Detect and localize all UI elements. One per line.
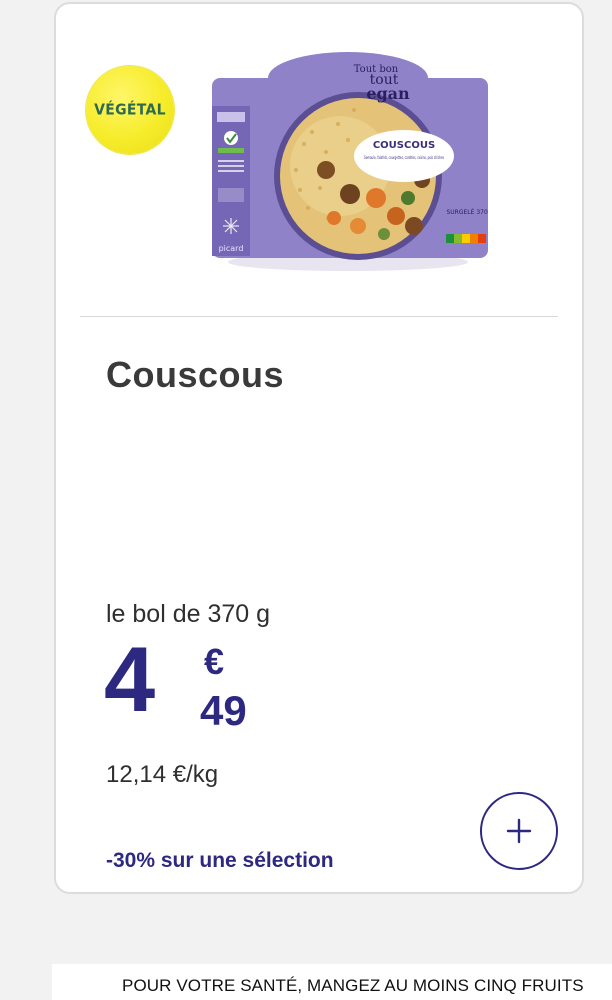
page: VÉGÉTAL picard COUSCOUS Semoule, falafel… bbox=[0, 0, 612, 1000]
product-title[interactable]: Couscous bbox=[106, 354, 284, 396]
add-to-cart-button[interactable] bbox=[480, 792, 558, 870]
product-image[interactable]: picard COUSCOUS Semoule, falafels, courg… bbox=[208, 48, 488, 272]
health-banner-text: POUR VOTRE SANTÉ, MANGEZ AU MOINS CINQ F… bbox=[122, 976, 584, 995]
label-title: COUSCOUS bbox=[373, 140, 435, 151]
vegetal-badge-label: VÉGÉTAL bbox=[94, 101, 166, 119]
product-card[interactable]: VÉGÉTAL picard COUSCOUS Semoule, falafel… bbox=[54, 2, 584, 894]
weight-label: SURGELÉ 370 g bbox=[446, 208, 488, 216]
divider bbox=[80, 316, 558, 317]
health-banner: POUR VOTRE SANTÉ, MANGEZ AU MOINS CINQ F… bbox=[52, 964, 612, 1000]
plus-icon bbox=[506, 818, 532, 844]
price-per-kg: 12,14 €/kg bbox=[106, 761, 219, 788]
nutriscore-icon bbox=[446, 234, 486, 243]
retailer-logo: picard bbox=[219, 244, 244, 253]
promo-text: -30% sur une sélection bbox=[106, 849, 334, 872]
price-integer: 4 bbox=[104, 629, 156, 731]
price-currency: € bbox=[204, 641, 225, 682]
price-decimals: 49 bbox=[200, 687, 247, 734]
brand-bottom: egan bbox=[366, 84, 410, 103]
unit-size: le bol de 370 g bbox=[106, 600, 271, 628]
vegetal-badge: VÉGÉTAL bbox=[86, 66, 174, 154]
label-subtitle: Semoule, falafels, courgettes, carottes,… bbox=[364, 155, 444, 161]
